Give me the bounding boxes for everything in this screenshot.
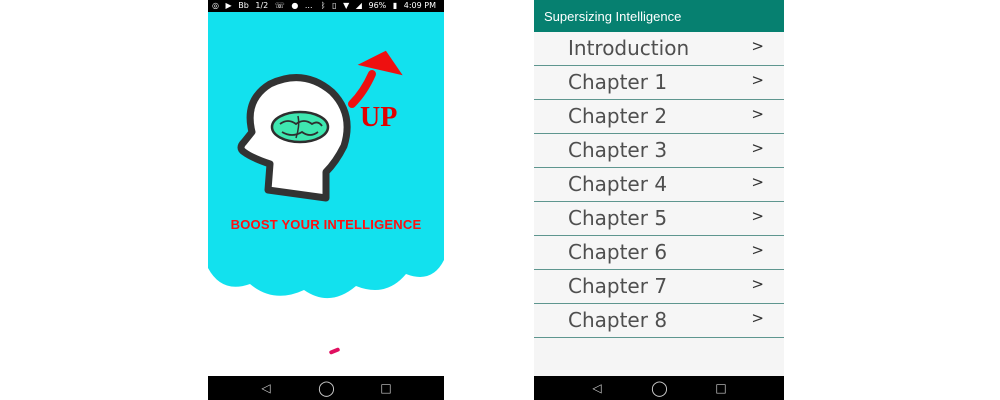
chapter-label: Chapter 2: [568, 104, 668, 128]
chapter-label: Chapter 4: [568, 172, 668, 196]
chapter-label: Chapter 5: [568, 206, 668, 230]
chevron-right-icon: >: [751, 207, 764, 225]
chapter-item-5[interactable]: Chapter 5 >: [534, 202, 784, 236]
status-left-icons: ◎ ▶ Bb 1/2 ☏ ● ...: [212, 0, 317, 12]
chapter-label: Chapter 8: [568, 308, 668, 332]
chapter-label: Introduction: [568, 36, 690, 60]
loading-indicator: [328, 347, 341, 355]
recents-icon[interactable]: □: [378, 380, 394, 396]
bb-label: Bb: [238, 1, 249, 10]
camera-icon: ◎: [212, 1, 219, 10]
chapter-list-screen: Supersizing Intelligence Introduction > …: [534, 0, 784, 400]
chapter-label: Chapter 7: [568, 274, 668, 298]
chapter-label: Chapter 6: [568, 240, 668, 264]
app-bar: Supersizing Intelligence: [534, 0, 784, 32]
chevron-right-icon: >: [751, 71, 764, 89]
nav-bar: ◁ ◯ □: [534, 376, 784, 400]
chat-icon: ●: [291, 1, 299, 10]
chapter-item-6[interactable]: Chapter 6 >: [534, 236, 784, 270]
chapter-label: Chapter 1: [568, 70, 668, 94]
brain-icon: [270, 110, 330, 144]
chapter-label: Chapter 3: [568, 138, 668, 162]
status-time: 4:09 PM: [403, 1, 436, 10]
chevron-right-icon: >: [751, 275, 764, 293]
splash-screen: ◎ ▶ Bb 1/2 ☏ ● ... ᛒ ▯ ▼ ◢ 96% ▮ 4:09 PM: [208, 0, 444, 400]
fraction-label: 1/2: [255, 1, 269, 10]
chapter-item-4[interactable]: Chapter 4 >: [534, 168, 784, 202]
chevron-right-icon: >: [751, 105, 764, 123]
app-title: Supersizing Intelligence: [544, 9, 682, 24]
chapter-item-3[interactable]: Chapter 3 >: [534, 134, 784, 168]
youtube-icon: ▶: [225, 1, 232, 10]
chevron-right-icon: >: [751, 173, 764, 191]
battery-level: 96%: [368, 1, 387, 10]
recents-icon[interactable]: □: [713, 380, 729, 396]
bluetooth-icon: ᛒ: [320, 1, 326, 10]
signal-icon: ◢: [355, 1, 362, 10]
home-icon[interactable]: ◯: [318, 380, 335, 396]
up-badge: UP: [360, 102, 397, 133]
status-bar: ◎ ▶ Bb 1/2 ☏ ● ... ᛒ ▯ ▼ ◢ 96% ▮ 4:09 PM: [208, 0, 444, 12]
wifi-call-icon: ☏: [274, 1, 285, 10]
status-right-icons: ᛒ ▯ ▼ ◢ 96% ▮ 4:09 PM: [321, 0, 440, 12]
home-icon[interactable]: ◯: [651, 380, 668, 396]
wifi-icon: ▼: [343, 1, 350, 10]
splash-title: BOOST YOUR INTELLIGENCE: [230, 217, 422, 232]
chevron-right-icon: >: [751, 241, 764, 259]
chapter-list: Introduction > Chapter 1 > Chapter 2 > C…: [534, 32, 784, 338]
back-icon[interactable]: ◁: [589, 380, 605, 396]
back-icon[interactable]: ◁: [258, 380, 274, 396]
chevron-right-icon: >: [751, 139, 764, 157]
chevron-right-icon: >: [751, 37, 764, 55]
chapter-item-introduction[interactable]: Introduction >: [534, 32, 784, 66]
nav-bar: ◁ ◯ □: [208, 376, 444, 400]
battery-icon: ▮: [392, 1, 398, 10]
vibrate-icon: ▯: [332, 1, 337, 10]
chapter-item-8[interactable]: Chapter 8 >: [534, 304, 784, 338]
more-dots: ...: [304, 1, 313, 10]
chapter-item-1[interactable]: Chapter 1 >: [534, 66, 784, 100]
chapter-item-2[interactable]: Chapter 2 >: [534, 100, 784, 134]
chevron-right-icon: >: [751, 309, 764, 327]
chapter-item-7[interactable]: Chapter 7 >: [534, 270, 784, 304]
splash-illustration: UP: [208, 12, 444, 299]
